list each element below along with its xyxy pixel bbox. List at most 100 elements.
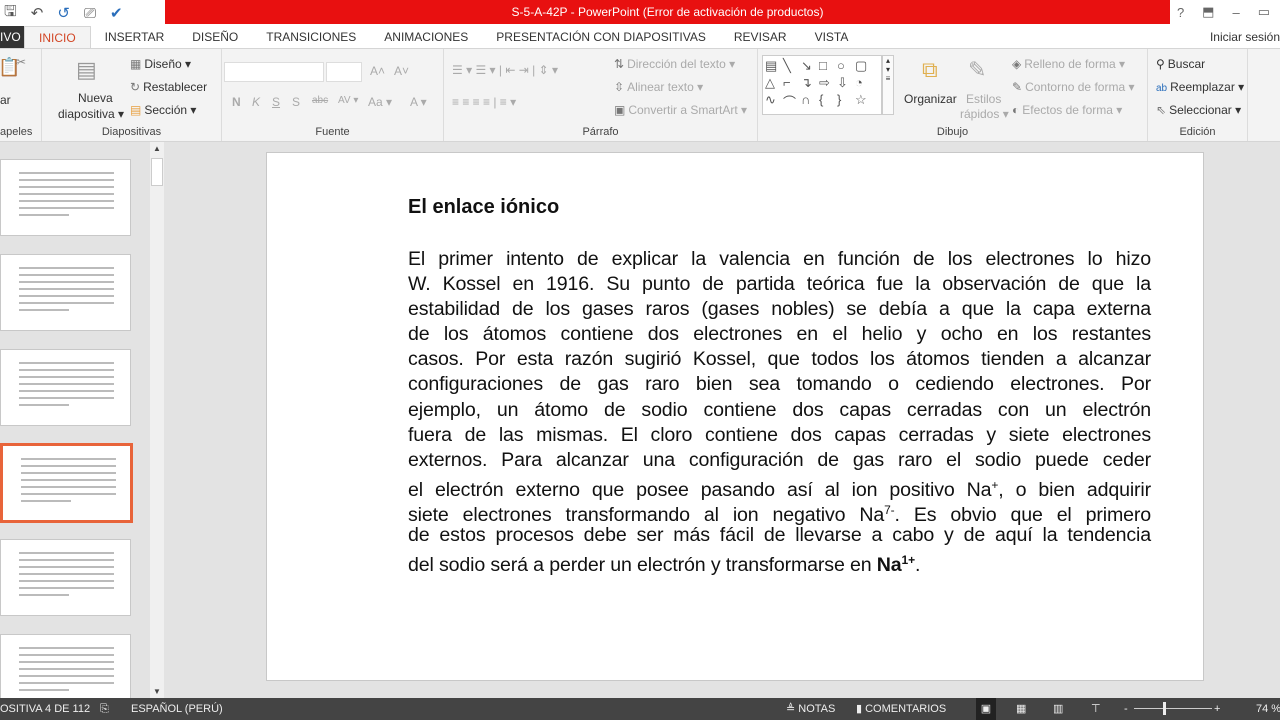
scroll-down-icon[interactable]: ▼ [153,687,161,696]
sign-in-link[interactable]: Iniciar sesión [1210,26,1280,48]
quick-styles-label[interactable]: Estilos [966,92,1001,106]
scrollbar-thumb[interactable] [151,158,163,186]
arrange-button[interactable]: Organizar [904,92,957,106]
paste-label[interactable]: ar [0,93,11,107]
thumbnail-text-line [19,207,114,209]
zoom-level[interactable]: 74 % [1256,698,1280,720]
undo-icon[interactable]: ↶ [31,4,44,22]
shape-option[interactable]: } [837,92,855,112]
spacing-button[interactable]: AV ▾ [338,95,358,106]
quick-styles-dropdown[interactable]: rápidos ▾ [960,107,1009,121]
minimize-button[interactable]: – [1232,5,1239,20]
shape-option[interactable]: ∿ [765,92,783,112]
shape-option[interactable]: ⌒ [783,92,801,112]
shapes-gallery[interactable]: ▤ ╲ ↘ □ ○ ▢ △ ⌐ ↴ ⇨ ⇩ ◔ ∿ ⌒ ∩{} ☆ [762,55,882,115]
reset-button[interactable]: ↻ Restablecer [130,80,207,94]
tab-animaciones[interactable]: ANIMACIONES [370,26,482,48]
new-slide-icon[interactable]: ▤ [76,57,97,83]
zoom-in-button[interactable]: + [1214,698,1220,720]
normal-view-icon[interactable]: ▣ [976,698,996,720]
restore-button[interactable]: ▭ [1258,4,1270,20]
shape-option[interactable]: □ [819,58,837,75]
bold-button[interactable]: N [232,95,241,109]
slideshow-view-icon[interactable]: ⊤ [1091,698,1101,720]
cut-icon[interactable]: ✂ [16,55,26,69]
layout-button[interactable]: ▦ Diseño ▾ [130,57,191,71]
underline-button[interactable]: S [272,95,280,109]
select-button[interactable]: ⇖ Seleccionar ▾ [1156,103,1241,117]
comments-button[interactable]: ▮ COMENTARIOS [856,698,946,720]
slide-thumbnail[interactable] [0,539,131,616]
replace-button[interactable]: ab Reemplazar ▾ [1156,80,1244,94]
slide-canvas[interactable]: El enlace iónico El primer intento de ex… [266,152,1204,681]
language-indicator[interactable]: ESPAÑOL (PERÚ) [131,698,223,720]
shape-option[interactable]: ↘ [801,58,819,75]
shape-option[interactable]: ⇩ [837,75,855,92]
shape-option[interactable]: ▤ [765,58,783,75]
shape-option[interactable]: ⇨ [819,75,837,92]
slide-thumbnail[interactable] [0,349,131,426]
tab-presentacion[interactable]: PRESENTACIÓN CON DIAPOSITIVAS [482,26,720,48]
shape-option[interactable]: △ [765,75,783,92]
slideshow-icon[interactable]: ⎚ [84,5,96,22]
tab-inicio[interactable]: INICIO [24,26,91,48]
slide-title[interactable]: El enlace iónico [408,196,559,219]
slide-thumbnail[interactable] [0,159,131,236]
thumbnail-text-line [19,594,69,596]
shape-option[interactable]: ╲ [783,58,801,75]
section-button[interactable]: ▤ Sección ▾ [130,103,196,117]
strikethrough-button[interactable]: abc [312,95,328,106]
tab-diseno[interactable]: DISEÑO [178,26,252,48]
text-direction-button[interactable]: ⇅ Dirección del texto ▾ [614,57,735,71]
scroll-up-icon[interactable]: ▲ [153,144,161,153]
tab-revisar[interactable]: REVISAR [720,26,801,48]
change-case-button[interactable]: Aa ▾ [368,95,392,109]
tab-file[interactable]: IVO [0,26,24,48]
new-slide-label[interactable]: Nueva [78,91,113,105]
find-button[interactable]: ⚲ Buscar [1156,57,1205,71]
tab-insertar[interactable]: INSERTAR [91,26,179,48]
gallery-scroll[interactable]: ▴ ▾ ≡ [882,55,894,115]
slide-body-text[interactable]: El primer intento de explicar la valenci… [408,247,1151,576]
spelling-icon[interactable]: ✔ [110,4,123,22]
font-color-button[interactable]: A ▾ [410,95,427,109]
reading-view-icon[interactable]: ▥ [1053,698,1063,720]
notes-button[interactable]: ≜ NOTAS [786,698,835,720]
slide-thumbnail[interactable] [0,254,131,331]
italic-button[interactable]: K [252,95,260,109]
shape-effects-button[interactable]: ◐ Efectos de forma ▾ [1012,103,1122,117]
zoom-out-button[interactable]: - [1124,698,1128,720]
shadow-button[interactable]: S [292,95,300,109]
shape-fill-button[interactable]: ◈ Relleno de forma ▾ [1012,57,1125,71]
shrink-font-button[interactable]: A˅ [394,64,409,78]
zoom-slider[interactable] [1134,708,1212,709]
font-name-input[interactable] [224,62,324,82]
font-size-input[interactable] [326,62,362,82]
shape-outline-button[interactable]: ✎ Contorno de forma ▾ [1012,80,1134,94]
new-slide-dropdown[interactable]: diapositiva ▾ [58,107,124,121]
bullets-icon[interactable]: ☰ ▾ ☰ ▾ | ⇤ ⇥ | ⇕ ▾ [452,63,558,77]
tab-transiciones[interactable]: TRANSICIONES [252,26,370,48]
alignment-icons[interactable]: ≡ ≡ ≡ ≡ | ≡ ▾ [452,95,516,109]
shape-option[interactable]: ↴ [801,75,819,92]
help-button[interactable]: ? [1177,5,1184,20]
shape-option[interactable]: ☆ [855,92,873,112]
align-text-button[interactable]: ⇳ Alinear texto ▾ [614,80,703,94]
slide-sorter-icon[interactable]: ▦ [1016,698,1026,720]
grow-font-button[interactable]: A˄ [370,64,385,78]
shape-option[interactable]: ◔ [855,75,873,92]
shape-option[interactable]: ○ [837,58,855,75]
slide-thumbnail-selected[interactable] [0,443,133,523]
shape-option[interactable]: ⌐ [783,75,801,92]
smartart-button[interactable]: ▣ Convertir a SmartArt ▾ [614,103,747,117]
zoom-slider-thumb[interactable] [1163,702,1167,715]
shape-option[interactable]: ▢ [855,58,873,75]
thumbnails-scrollbar[interactable]: ▲ ▼ [150,142,164,698]
redo-icon[interactable]: ↺ [57,4,70,22]
ribbon-display-icon[interactable]: ⬒ [1202,4,1214,20]
tab-vista[interactable]: VISTA [801,26,863,48]
save-icon[interactable]: 🖫 [4,1,17,26]
shape-option[interactable]: { [819,92,837,112]
shape-option[interactable]: ∩ [801,92,819,112]
spellcheck-icon[interactable]: ⎘ [100,698,109,720]
